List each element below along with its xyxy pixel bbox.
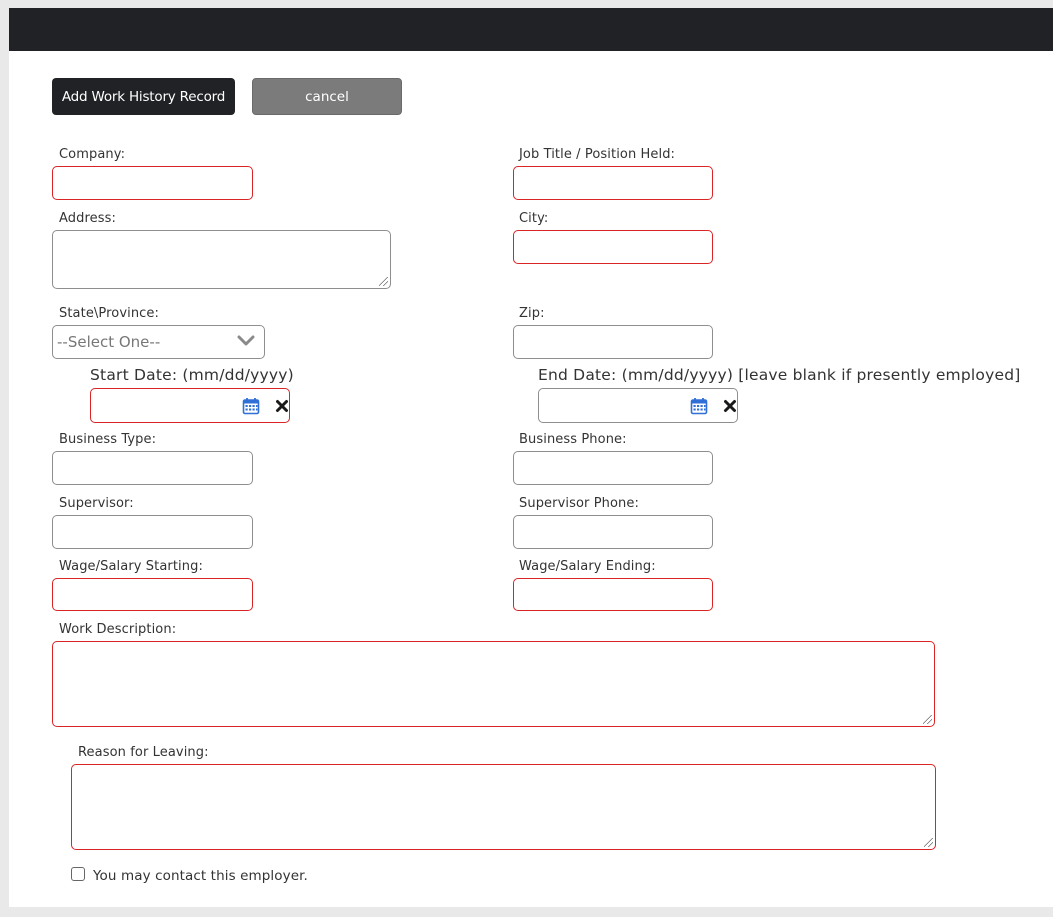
business-phone-label: Business Phone: (519, 432, 627, 447)
resize-handle[interactable] (924, 838, 933, 847)
supervisor-phone-input[interactable] (513, 515, 713, 549)
address-textarea[interactable] (52, 230, 391, 289)
header-bar (9, 8, 1053, 51)
wage-start-label: Wage/Salary Starting: (59, 559, 203, 574)
supervisor-input[interactable] (52, 515, 253, 549)
company-input[interactable] (52, 166, 253, 200)
start-date-input[interactable] (90, 388, 290, 423)
business-phone-input[interactable] (513, 451, 713, 485)
address-label: Address: (59, 211, 116, 226)
work-description-textarea[interactable] (52, 641, 935, 727)
contact-employer-checkbox[interactable] (71, 867, 85, 881)
start-date-label: Start Date: (mm/dd/yyyy) (90, 366, 294, 384)
job-title-label: Job Title / Position Held: (519, 147, 676, 162)
state-label: State\Province: (59, 306, 159, 321)
job-title-input[interactable] (513, 166, 713, 200)
state-selected-value: --Select One-- (57, 333, 161, 351)
business-type-input[interactable] (52, 451, 253, 485)
city-label: City: (519, 211, 549, 226)
wage-end-input[interactable] (513, 578, 713, 611)
city-input[interactable] (513, 230, 713, 264)
end-date-input[interactable] (538, 388, 738, 423)
supervisor-label: Supervisor: (59, 496, 134, 511)
end-date-label: End Date: (mm/dd/yyyy) [leave blank if p… (538, 366, 1021, 384)
resize-handle[interactable] (379, 277, 388, 286)
wage-start-input[interactable] (52, 578, 253, 611)
page: Add Work History Record cancel Company: … (9, 8, 1053, 907)
state-select[interactable]: --Select One-- (52, 325, 265, 359)
supervisor-phone-label: Supervisor Phone: (519, 496, 639, 511)
resize-handle[interactable] (923, 715, 932, 724)
business-type-label: Business Type: (59, 432, 157, 447)
zip-input[interactable] (513, 325, 713, 359)
add-work-history-button[interactable]: Add Work History Record (52, 78, 235, 115)
calendar-icon[interactable] (690, 397, 708, 415)
zip-label: Zip: (519, 306, 545, 321)
close-icon[interactable] (275, 399, 289, 413)
work-description-label: Work Description: (59, 622, 177, 637)
contact-employer-label: You may contact this employer. (93, 868, 308, 884)
reason-leaving-label: Reason for Leaving: (78, 745, 209, 760)
chevron-down-icon (237, 335, 255, 346)
company-label: Company: (59, 147, 126, 162)
calendar-icon[interactable] (242, 397, 260, 415)
wage-end-label: Wage/Salary Ending: (519, 559, 656, 574)
reason-leaving-textarea[interactable] (71, 764, 936, 850)
close-icon[interactable] (723, 399, 737, 413)
cancel-button[interactable]: cancel (252, 78, 402, 115)
